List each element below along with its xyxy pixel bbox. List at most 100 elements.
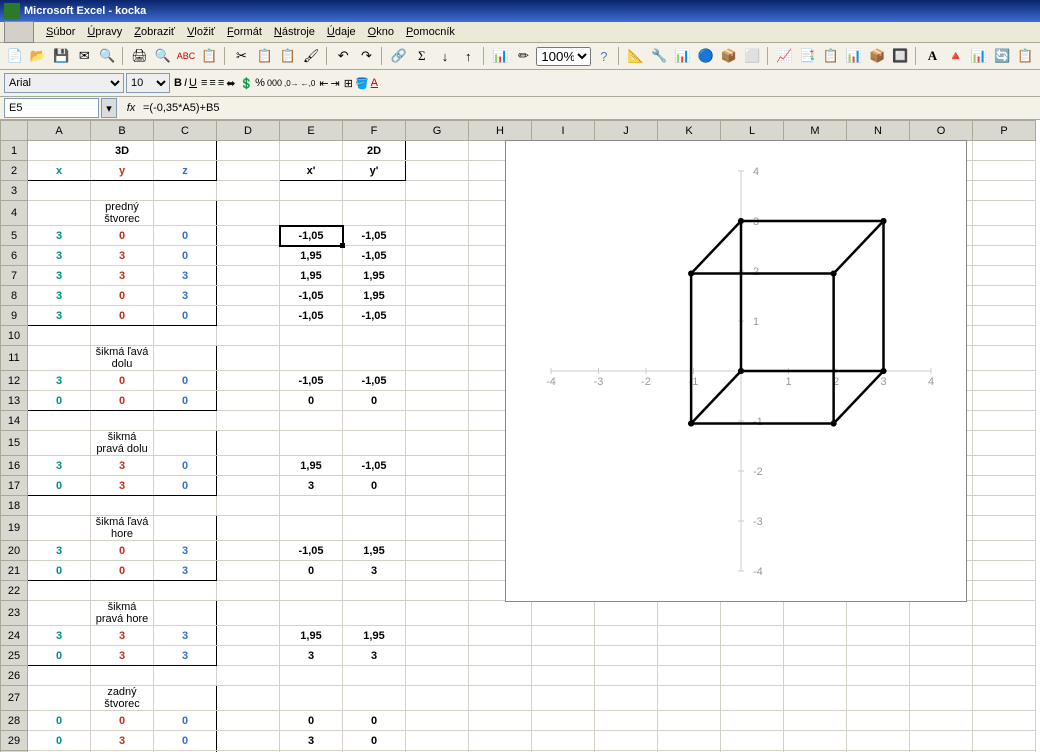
row-24[interactable]: 24 (1, 626, 28, 646)
cell[interactable]: 0 (154, 476, 217, 496)
cell[interactable]: 1,95 (343, 626, 406, 646)
menu-udaje[interactable]: Údaje (321, 24, 362, 40)
cell[interactable]: 3 (28, 266, 91, 286)
ext4-icon[interactable]: 🔵 (695, 45, 716, 67)
col-I[interactable]: I (532, 121, 595, 141)
control-icon[interactable] (4, 21, 34, 43)
row-17[interactable]: 17 (1, 476, 28, 496)
cell[interactable]: 0 (154, 306, 217, 326)
cell[interactable]: 0 (280, 391, 343, 411)
cell[interactable]: 1,95 (280, 246, 343, 266)
cell[interactable]: 3 (28, 626, 91, 646)
menu-pomocnik[interactable]: Pomocník (400, 24, 461, 40)
col-C[interactable]: C (154, 121, 217, 141)
drawing-icon[interactable]: ✏ (513, 45, 534, 67)
menu-subor[interactable]: Súbor (40, 24, 81, 40)
format-painter-icon[interactable]: 🖌 (300, 45, 321, 67)
cell[interactable]: 0 (91, 391, 154, 411)
cell[interactable] (217, 161, 280, 181)
cell[interactable]: 3 (28, 456, 91, 476)
cell[interactable]: -1,05 (343, 456, 406, 476)
row-26[interactable]: 26 (1, 666, 28, 686)
merge-icon[interactable]: ⬌ (226, 77, 235, 90)
col-B[interactable]: B (91, 121, 154, 141)
ext3-icon[interactable]: 📊 (672, 45, 693, 67)
ext14-icon[interactable]: 🔺 (945, 45, 966, 67)
cell[interactable]: 1,95 (280, 626, 343, 646)
cell[interactable] (217, 141, 280, 161)
cell[interactable]: 3 (28, 541, 91, 561)
ext13-icon[interactable]: A (922, 45, 943, 67)
ext17-icon[interactable]: 📋 (1015, 45, 1036, 67)
cell[interactable]: y (91, 161, 154, 181)
cell[interactable]: 0 (154, 226, 217, 246)
cell[interactable]: šikmá pravá hore (91, 601, 154, 626)
cell[interactable]: 3 (91, 246, 154, 266)
cell[interactable]: 2D (343, 141, 406, 161)
col-D[interactable]: D (217, 121, 280, 141)
cell[interactable]: 0 (28, 731, 91, 751)
preview-icon[interactable]: 🔍 (152, 45, 173, 67)
col-L[interactable]: L (721, 121, 784, 141)
ext9-icon[interactable]: 📋 (820, 45, 841, 67)
menu-vlozit[interactable]: Vložiť (181, 24, 221, 40)
ext8-icon[interactable]: 📑 (797, 45, 818, 67)
col-M[interactable]: M (784, 121, 847, 141)
row-5[interactable]: 5 (1, 226, 28, 246)
cell[interactable]: 0 (91, 226, 154, 246)
currency-icon[interactable]: 💲 (239, 77, 253, 90)
cell[interactable]: 3 (28, 286, 91, 306)
hyperlink-icon[interactable]: 🔗 (388, 45, 409, 67)
cell[interactable]: 0 (154, 371, 217, 391)
cell[interactable]: 3 (154, 266, 217, 286)
menu-okno[interactable]: Okno (362, 24, 400, 40)
worksheet-grid[interactable]: A B C D E F G H I J K L M N O P 13D2D 2x… (0, 120, 1040, 752)
cell[interactable]: 3 (280, 646, 343, 666)
col-K[interactable]: K (658, 121, 721, 141)
cell[interactable]: šikmá ľavá dolu (91, 346, 154, 371)
cell[interactable]: 3 (91, 266, 154, 286)
row-10[interactable]: 10 (1, 326, 28, 346)
research-icon[interactable]: 📋 (199, 45, 220, 67)
cell[interactable]: 1,95 (343, 266, 406, 286)
inc-indent-icon[interactable]: ⇥ (331, 77, 340, 90)
italic-icon[interactable]: I (184, 77, 187, 89)
cell[interactable]: 0 (91, 561, 154, 581)
cell[interactable]: -1,05 (343, 306, 406, 326)
comma-icon[interactable]: 000 (267, 78, 282, 88)
select-all-corner[interactable] (1, 121, 28, 141)
cell[interactable]: 3 (28, 306, 91, 326)
col-O[interactable]: O (910, 121, 973, 141)
fx-icon[interactable]: fx (123, 102, 139, 114)
menu-nastroje[interactable]: Nástroje (268, 24, 321, 40)
row-4[interactable]: 4 (1, 201, 28, 226)
row-15[interactable]: 15 (1, 431, 28, 456)
col-G[interactable]: G (406, 121, 469, 141)
cell[interactable]: 1,95 (343, 286, 406, 306)
cell[interactable]: 0 (280, 561, 343, 581)
ext2-icon[interactable]: 🔧 (649, 45, 670, 67)
col-H[interactable]: H (469, 121, 532, 141)
cell[interactable]: 3 (343, 646, 406, 666)
sort-asc-icon[interactable]: ↓ (434, 45, 455, 67)
cell[interactable]: -1,05 (343, 246, 406, 266)
dec-dec-icon[interactable]: ←,0 (301, 79, 316, 88)
cell[interactable] (28, 201, 91, 226)
inc-dec-icon[interactable]: ,0→ (284, 79, 299, 88)
borders-icon[interactable]: ⊞ (344, 77, 353, 90)
cell[interactable]: 3 (28, 226, 91, 246)
cell[interactable]: 3 (91, 646, 154, 666)
spell-icon[interactable]: ABC (175, 45, 196, 67)
cell[interactable]: 3 (343, 561, 406, 581)
ext16-icon[interactable]: 🔄 (991, 45, 1012, 67)
row-3[interactable]: 3 (1, 181, 28, 201)
cell[interactable]: 3 (91, 626, 154, 646)
row-12[interactable]: 12 (1, 371, 28, 391)
cell[interactable]: -1,05 (343, 226, 406, 246)
zoom-select[interactable]: 100% (536, 47, 591, 66)
cell[interactable]: -1,05 (343, 371, 406, 391)
cell[interactable]: 0 (91, 371, 154, 391)
cell[interactable]: 0 (91, 306, 154, 326)
chart-icon[interactable]: 📊 (490, 45, 511, 67)
cell[interactable]: -1,05 (280, 371, 343, 391)
